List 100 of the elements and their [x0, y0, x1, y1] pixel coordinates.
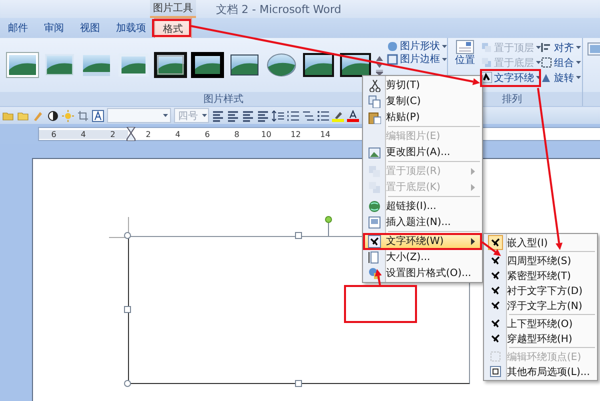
picture-icon [368, 146, 380, 158]
more-icon[interactable] [376, 70, 382, 74]
globe-icon [368, 200, 380, 212]
caret-icon [163, 114, 168, 117]
align-icon [541, 42, 552, 53]
context-tab-header: 图片工具 [150, 0, 196, 18]
group-label: 排列 [502, 92, 522, 106]
annotation-arrow [481, 241, 501, 256]
menu-item[interactable]: 衬于文字下方(D) [484, 283, 597, 298]
ruler-number: 4 [68, 130, 98, 138]
picture-style-thumbnail[interactable] [80, 52, 113, 78]
resize-handle[interactable] [124, 380, 131, 387]
caret-icon [442, 44, 447, 48]
font-color-icon[interactable] [347, 110, 359, 122]
rotate-handle[interactable] [325, 216, 332, 236]
caret-icon [576, 46, 581, 49]
window-title: 文档 2 - Microsoft Word [216, 2, 342, 18]
highlight-box [480, 69, 541, 87]
ruler-number: 2 [98, 130, 128, 138]
justify-icon[interactable] [257, 110, 269, 122]
ruler-number: 6 [204, 130, 211, 138]
ribbon-tab[interactable]: 视图 [72, 18, 108, 38]
ruler-number: 8 [233, 130, 240, 138]
scroll-up-icon[interactable] [376, 56, 382, 60]
group-icon [541, 57, 552, 68]
menu-item[interactable]: 穿越型环绕(H) [484, 331, 597, 346]
text-style-icon[interactable] [92, 110, 104, 122]
picture-icon[interactable] [587, 42, 600, 56]
resize-handle[interactable] [295, 232, 302, 239]
menu-item[interactable]: 其他布局选项(L)... [484, 364, 597, 379]
multilevel-list-icon[interactable] [302, 110, 314, 122]
picture-style-thumbnail[interactable] [154, 52, 187, 78]
ribbon-command[interactable]: 旋转 [541, 70, 581, 85]
stacked-squares-icon [481, 57, 492, 68]
numbered-list-icon[interactable] [287, 110, 299, 122]
picture-style-thumbnail[interactable] [191, 52, 224, 78]
picture-style-thumbnail[interactable] [265, 52, 298, 78]
submenu-arrow-icon [471, 168, 475, 174]
ribbon-command[interactable]: 图片形状 [387, 40, 447, 52]
page-layout-icon [456, 40, 474, 54]
align-left-icon[interactable] [212, 110, 224, 122]
annotation-arrow [374, 269, 382, 286]
ribbon-command[interactable]: 对齐 [541, 40, 581, 55]
caret-icon [576, 61, 581, 64]
align-center-icon[interactable] [227, 110, 239, 122]
crop-icon[interactable] [77, 110, 89, 122]
ribbon-tab[interactable]: 审阅 [36, 18, 72, 38]
contrast-icon[interactable] [47, 110, 59, 122]
copy-icon [368, 94, 380, 108]
picture-style-thumbnail[interactable] [302, 52, 335, 78]
caption-icon [368, 216, 380, 228]
ribbon-tab[interactable]: 加载项 [108, 18, 154, 38]
wrap-icon [368, 234, 380, 248]
indent-marker[interactable] [126, 127, 136, 141]
ruler-number: 14 [319, 130, 332, 138]
menu-item[interactable]: 更改图片(A)... [363, 144, 482, 160]
line-spacing-icon[interactable] [272, 110, 284, 122]
highlight-box [152, 19, 191, 37]
border-icon [387, 54, 398, 64]
caret-icon [536, 46, 541, 49]
position-button[interactable]: 位置 [451, 40, 479, 67]
ribbon-tab[interactable]: 邮件 [0, 18, 36, 38]
menu-item[interactable]: 浮于文字上方(N) [484, 298, 597, 313]
menu-item[interactable]: 嵌入型(I) [484, 235, 597, 250]
ruler-number: 2 [144, 130, 152, 138]
resize-handle[interactable] [295, 380, 302, 387]
stacked-squares-icon [368, 164, 380, 178]
picture-style-thumbnail[interactable] [339, 52, 372, 78]
resize-handle[interactable] [124, 232, 131, 239]
ruler-number: 12 [290, 130, 302, 138]
font-name-field[interactable] [107, 108, 171, 123]
menu-item[interactable]: 插入题注(N)... [363, 214, 482, 230]
picture-style-thumbnail[interactable] [6, 52, 39, 78]
picture-style-thumbnail[interactable] [228, 52, 261, 78]
ruler-number: 10 [260, 130, 272, 138]
caret-icon [202, 114, 207, 117]
align-right-icon[interactable] [242, 110, 254, 122]
menu-item[interactable]: 剪切(T) [363, 77, 482, 93]
caret-icon [536, 76, 541, 79]
clipboard-icon [368, 110, 380, 124]
ribbon-command[interactable]: 组合 [541, 55, 581, 70]
caret-icon [442, 58, 447, 60]
scroll-down-icon[interactable] [376, 62, 382, 68]
triangle-icon [541, 72, 552, 83]
resize-handle[interactable] [124, 306, 131, 313]
ruler-number: 4 [174, 130, 182, 138]
menu-item[interactable]: 大小(Z)... [363, 249, 482, 265]
bullet-list-icon[interactable] [317, 110, 329, 122]
highlighter-icon[interactable] [332, 110, 344, 122]
ribbon-command[interactable]: 图片边框 [387, 53, 447, 65]
picture-style-thumbnail[interactable] [43, 52, 76, 78]
stacked-squares-icon [481, 42, 492, 53]
menu-item[interactable]: 复制(C) [363, 93, 482, 109]
shape-icon [387, 40, 398, 52]
ribbon-command[interactable]: 文字环绕 [481, 70, 541, 85]
menu-item[interactable]: 粘贴(P) [363, 109, 482, 125]
ruler-number: 6 [39, 130, 68, 138]
menu-item[interactable]: 紧密型环绕(T) [484, 268, 597, 283]
scissors-icon [368, 78, 380, 92]
submenu-arrow-icon [471, 238, 475, 244]
